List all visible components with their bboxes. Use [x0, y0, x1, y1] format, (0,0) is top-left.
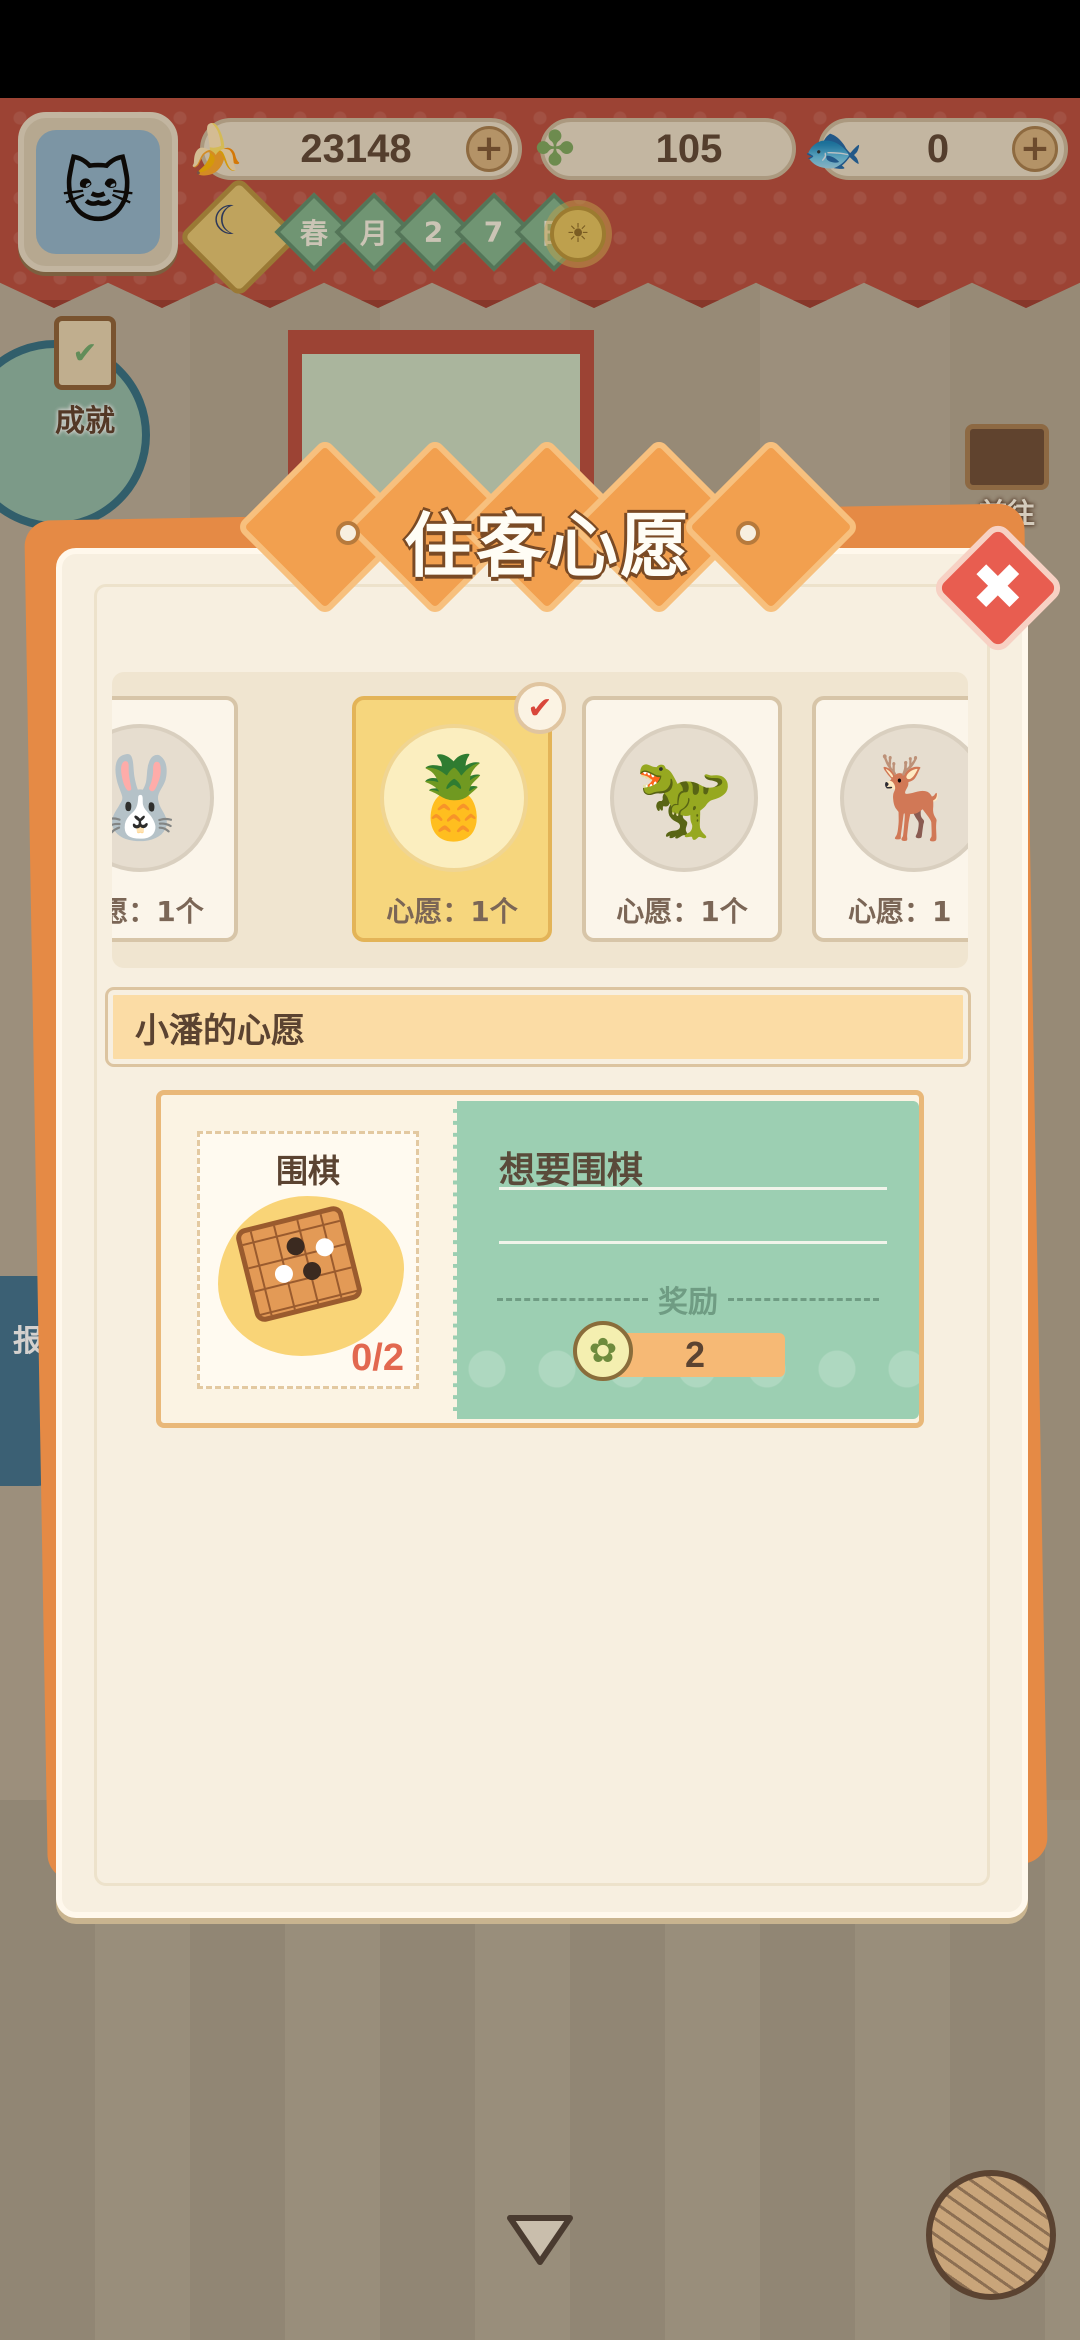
wish-detail-panel: 想要围棋 奖励 2 ✿: [453, 1101, 919, 1419]
guest-card-pineapple[interactable]: 🍍 心愿：1个 ✔: [352, 682, 566, 942]
divider: [499, 1241, 887, 1244]
guest-wish-count: 心愿：1个: [386, 895, 518, 928]
guest-wish-count: 心愿：1个: [112, 895, 204, 928]
reward-label-row: 奖励: [497, 1277, 879, 1321]
guest-card-reindeer[interactable]: 🦌 心愿：1: [812, 696, 968, 942]
modal-title: 住客心愿: [404, 505, 692, 587]
bunny-portrait-icon: 🐰: [112, 724, 214, 872]
modal-title-banner: 住客心愿: [235, 437, 861, 617]
wish-section-header: 小潘的心愿: [105, 987, 971, 1067]
flower-reward-icon: ✿: [573, 1321, 633, 1381]
guest-list[interactable]: 🐰 心愿：1个 🍍 心愿：1个 ✔ 🦖 心愿：1个 🦌 心愿：1: [112, 672, 968, 968]
close-icon: ✖: [971, 551, 1025, 625]
selected-check-icon: ✔: [514, 682, 566, 734]
guest-card-bunny[interactable]: 🐰 心愿：1个: [112, 696, 238, 942]
status-bar: [0, 0, 1080, 98]
collapse-arrow-icon[interactable]: [504, 2210, 576, 2270]
yarn-ball-icon[interactable]: [926, 2170, 1056, 2300]
wish-description: 想要围棋: [499, 1150, 644, 1191]
guest-card-dino[interactable]: 🦖 心愿：1个: [582, 696, 782, 942]
wish-item-progress: 0/2: [351, 1337, 404, 1379]
reward-label: 奖励: [658, 1285, 718, 1320]
divider: [499, 1187, 887, 1190]
reindeer-portrait-icon: 🦌: [840, 724, 968, 872]
guest-wish-count: 心愿：1: [848, 895, 952, 928]
wish-card[interactable]: 围棋 0/2 想要围棋 奖励 2 ✿: [156, 1090, 924, 1428]
wish-item-slot[interactable]: 围棋 0/2: [197, 1131, 419, 1389]
dino-portrait-icon: 🦖: [610, 724, 758, 872]
pineapple-portrait-icon: 🍍: [380, 724, 528, 872]
wish-item-name: 围棋: [275, 1152, 340, 1190]
guest-wish-count: 心愿：1个: [616, 895, 748, 928]
